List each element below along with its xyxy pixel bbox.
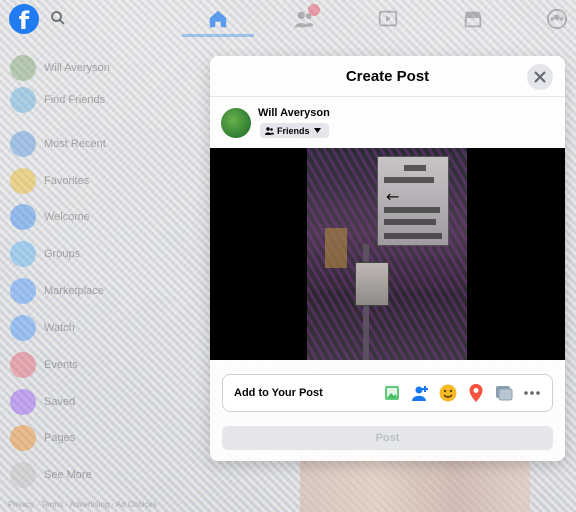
check-in-icon[interactable] [466, 383, 486, 403]
clock-icon [10, 131, 36, 157]
shop-icon [10, 278, 36, 304]
divider [210, 96, 565, 97]
photo-video-icon[interactable] [382, 383, 402, 403]
photo-light [325, 228, 347, 268]
sidebar-item-events[interactable]: Events [10, 351, 78, 379]
feeling-icon[interactable] [438, 383, 458, 403]
close-button[interactable] [527, 64, 553, 90]
create-post-dialog: Create Post Will Averyson Friends ← Add … [210, 56, 565, 461]
watch-icon [10, 315, 36, 341]
groups-icon [10, 241, 36, 267]
sidebar-item-label: Find Friends [44, 94, 106, 106]
sidebar-item-profile[interactable]: Will Averyson [10, 54, 110, 82]
sidebar-item-marketplace[interactable]: Marketplace [10, 277, 104, 305]
calendar-icon [10, 352, 36, 378]
friends-icon [10, 87, 36, 113]
sidebar-item-groups[interactable]: Groups [10, 240, 80, 268]
chevron-down-icon [10, 462, 36, 488]
sidebar-item-label: Groups [44, 248, 81, 260]
home-tab-indicator [182, 34, 254, 37]
facebook-logo[interactable]: f [9, 4, 39, 35]
sidebar-item-label: Will Averyson [44, 62, 110, 74]
star-icon [10, 168, 36, 194]
sidebar-item-label: Favorites [44, 175, 90, 187]
watch-icon[interactable] [377, 8, 399, 30]
sidebar-item-see-more[interactable]: See More [10, 461, 92, 489]
arrow-left-icon: ← [386, 187, 400, 206]
avatar [10, 55, 36, 81]
facebook-icon [10, 204, 36, 230]
photo-street-sign: ← [377, 156, 449, 246]
sidebar-item-label: Welcome [44, 211, 90, 223]
top-navigation-bar: f [0, 0, 576, 38]
sidebar-item-label: Most Recent [44, 138, 106, 150]
marketplace-icon[interactable] [462, 8, 484, 30]
author-name: Will Averyson [258, 107, 330, 119]
search-icon[interactable] [50, 10, 66, 26]
add-to-post-bar: Add to Your Post [222, 374, 553, 412]
add-to-post-label: Add to Your Post [234, 387, 323, 399]
sidebar-item-find-friends[interactable]: Find Friends [10, 86, 105, 114]
gif-icon[interactable] [494, 383, 514, 403]
more-icon[interactable] [522, 383, 542, 403]
notification-badge [308, 4, 320, 16]
sidebar-item-saved[interactable]: Saved [10, 388, 75, 416]
photo-small-sign [355, 262, 389, 306]
street-sign-photo: ← [307, 148, 467, 360]
groups-icon[interactable] [546, 8, 568, 30]
background-artwork [300, 455, 530, 512]
sidebar-item-label: Saved [44, 396, 76, 408]
audience-selector[interactable]: Friends [260, 123, 329, 138]
sidebar-item-watch[interactable]: Watch [10, 314, 75, 342]
friends-icon [265, 126, 274, 135]
close-icon [534, 71, 546, 83]
sidebar-item-label: Events [44, 359, 78, 371]
sidebar-item-label: Marketplace [44, 285, 104, 297]
author-avatar [221, 108, 251, 138]
sidebar-item-label: See More [44, 469, 92, 481]
dialog-title: Create Post [345, 68, 430, 85]
bookmark-icon [10, 389, 36, 415]
home-icon[interactable] [207, 8, 229, 30]
caret-down-icon [313, 128, 321, 133]
footer-links: Privacy · Terms · Advertising · Ad Choic… [8, 500, 157, 509]
sidebar-item-most-recent[interactable]: Most Recent [10, 130, 106, 158]
attached-photo-preview[interactable]: ← [210, 148, 565, 360]
sidebar-item-pages[interactable]: Pages [10, 424, 75, 452]
sidebar-item-favorites[interactable]: Favorites [10, 167, 89, 195]
tag-people-icon[interactable] [410, 383, 430, 403]
flag-icon [10, 425, 36, 451]
sidebar-item-label: Watch [44, 322, 75, 334]
sidebar-item-label: Pages [44, 432, 76, 444]
post-button[interactable]: Post [222, 426, 553, 450]
sidebar-item-welcome[interactable]: Welcome [10, 203, 90, 231]
audience-label: Friends [277, 125, 310, 136]
